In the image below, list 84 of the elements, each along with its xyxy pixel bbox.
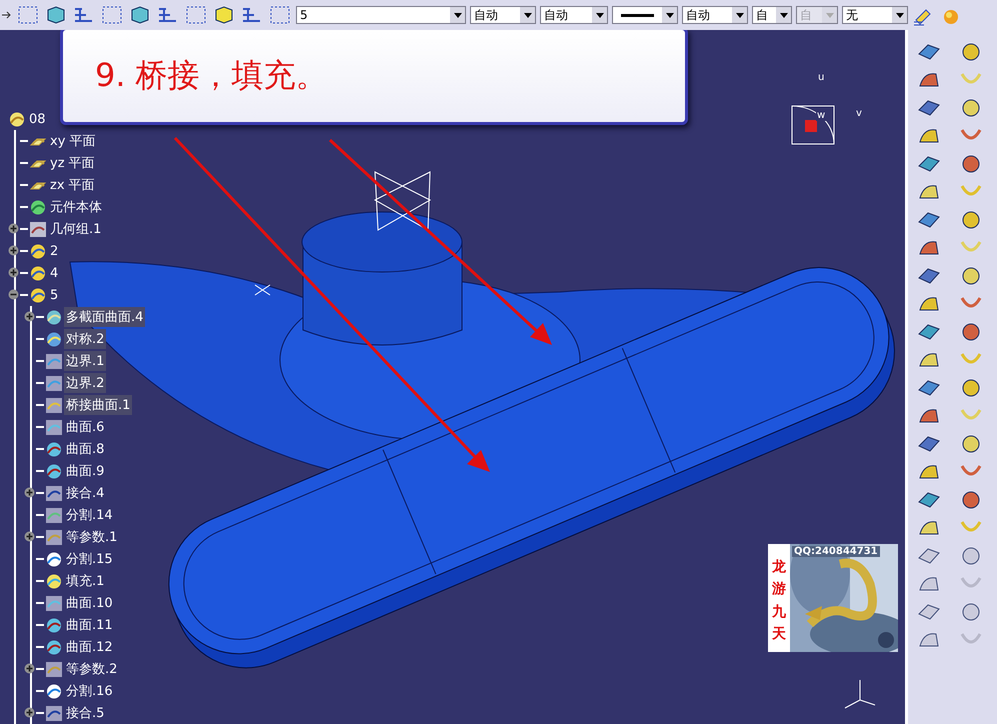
- hybrid-node-icon: [29, 242, 47, 260]
- tree-node-label[interactable]: 边界.2: [64, 373, 106, 393]
- hybrid-node-icon: [29, 264, 47, 282]
- extrude-node-icon: [45, 638, 63, 656]
- tree-node-label[interactable]: xy 平面: [48, 131, 98, 151]
- hybrid-node-icon: [29, 286, 47, 304]
- dropdown[interactable]: 自动: [540, 6, 608, 24]
- expand-icon[interactable]: [24, 663, 35, 674]
- symmetry-node-icon: [45, 330, 63, 348]
- tree-node-label[interactable]: 元件本体: [48, 197, 104, 217]
- tree-node-label[interactable]: 接合.4: [64, 483, 106, 503]
- caret-icon[interactable]: [736, 12, 744, 18]
- tree-node-label[interactable]: 等参数.2: [64, 659, 120, 679]
- tree-node-label[interactable]: 多截面曲面.4: [64, 307, 146, 327]
- tree-node-label[interactable]: 分割.15: [64, 549, 115, 569]
- axis-label: v: [856, 108, 862, 119]
- caret-icon[interactable]: [896, 12, 904, 18]
- expand-icon[interactable]: [8, 223, 19, 234]
- dropdown[interactable]: 5: [296, 6, 466, 24]
- tree-node-label[interactable]: 曲面.10: [64, 593, 115, 613]
- tree-node-label[interactable]: 4: [48, 264, 60, 282]
- isopar-node-icon: [45, 528, 63, 546]
- tree-node-label[interactable]: 对称.2: [64, 329, 106, 349]
- tree-node-label[interactable]: 2: [48, 242, 60, 260]
- expand-icon[interactable]: [24, 311, 35, 322]
- tree-node-label[interactable]: 边界.1: [64, 351, 106, 371]
- tree-node-label[interactable]: 分割.14: [64, 505, 115, 525]
- fill-node-icon: [45, 572, 63, 590]
- tree-node-label[interactable]: 桥接曲面.1: [64, 395, 132, 415]
- expand-icon[interactable]: [24, 487, 35, 498]
- tree-node-label[interactable]: 几何组.1: [48, 219, 104, 239]
- tree-node-label[interactable]: zx 平面: [48, 175, 97, 195]
- extrude-node-icon: [45, 440, 63, 458]
- tree-node-label[interactable]: 08: [27, 110, 48, 128]
- join-node-icon: [45, 704, 63, 722]
- point-marker-icon: [254, 284, 270, 296]
- surface-node-icon: [45, 594, 63, 612]
- tree-node-label[interactable]: 等参数.1: [64, 527, 120, 547]
- dropdown[interactable]: 自动: [682, 6, 748, 24]
- collapse-icon[interactable]: [8, 289, 19, 300]
- isopar-node-icon: [45, 660, 63, 678]
- dropdown[interactable]: 自: [752, 6, 792, 24]
- tree-node-label[interactable]: 接合.5: [64, 703, 106, 723]
- axis-label: u: [818, 72, 824, 83]
- axis-gizmo-icon: [374, 171, 432, 231]
- expand-icon[interactable]: [24, 531, 35, 542]
- extrude-node-icon: [45, 462, 63, 480]
- callout-text: 9. 桥接，填充。: [95, 55, 328, 96]
- surface-node-icon: [45, 418, 63, 436]
- boundary-node-icon: [45, 352, 63, 370]
- caret-icon[interactable]: [596, 12, 604, 18]
- tree-node-label[interactable]: 曲面.9: [64, 461, 106, 481]
- body-node-icon: [29, 198, 47, 216]
- trim-node-icon: [45, 550, 63, 568]
- tree-node-label[interactable]: 曲面.11: [64, 615, 115, 635]
- loft-node-icon: [45, 308, 63, 326]
- expand-icon[interactable]: [24, 707, 35, 718]
- dropdown[interactable]: [612, 6, 678, 24]
- dropdown[interactable]: 无: [842, 6, 908, 24]
- axis-label: w: [816, 110, 826, 121]
- boundary-node-icon: [45, 374, 63, 392]
- blend-node-icon: [45, 396, 63, 414]
- dropdown[interactable]: 自动: [470, 6, 536, 24]
- tree-node-label[interactable]: 分割.16: [64, 681, 115, 701]
- expand-icon[interactable]: [8, 267, 19, 278]
- tree-node-label[interactable]: yz 平面: [48, 153, 97, 173]
- join-node-icon: [45, 484, 63, 502]
- expand-icon[interactable]: [8, 245, 19, 256]
- geoset-node-icon: [29, 220, 47, 238]
- tree-node-label[interactable]: 曲面.8: [64, 439, 106, 459]
- tree-node-label[interactable]: 曲面.6: [64, 417, 106, 437]
- part-node-icon: [8, 110, 26, 128]
- split-node-icon: [45, 506, 63, 524]
- caret-icon[interactable]: [780, 12, 788, 18]
- trim-node-icon: [45, 682, 63, 700]
- tree-node-label[interactable]: 填充.1: [64, 571, 106, 591]
- extrude-node-icon: [45, 616, 63, 634]
- tree-node-label[interactable]: 曲面.12: [64, 637, 115, 657]
- caret-icon[interactable]: [454, 12, 462, 18]
- caret-icon[interactable]: [666, 12, 674, 18]
- tree-node-label[interactable]: 5: [48, 286, 60, 304]
- contact-text: QQ:240844731: [792, 546, 880, 557]
- caret-icon[interactable]: [524, 12, 532, 18]
- signature-name: 龙游九天: [770, 558, 787, 644]
